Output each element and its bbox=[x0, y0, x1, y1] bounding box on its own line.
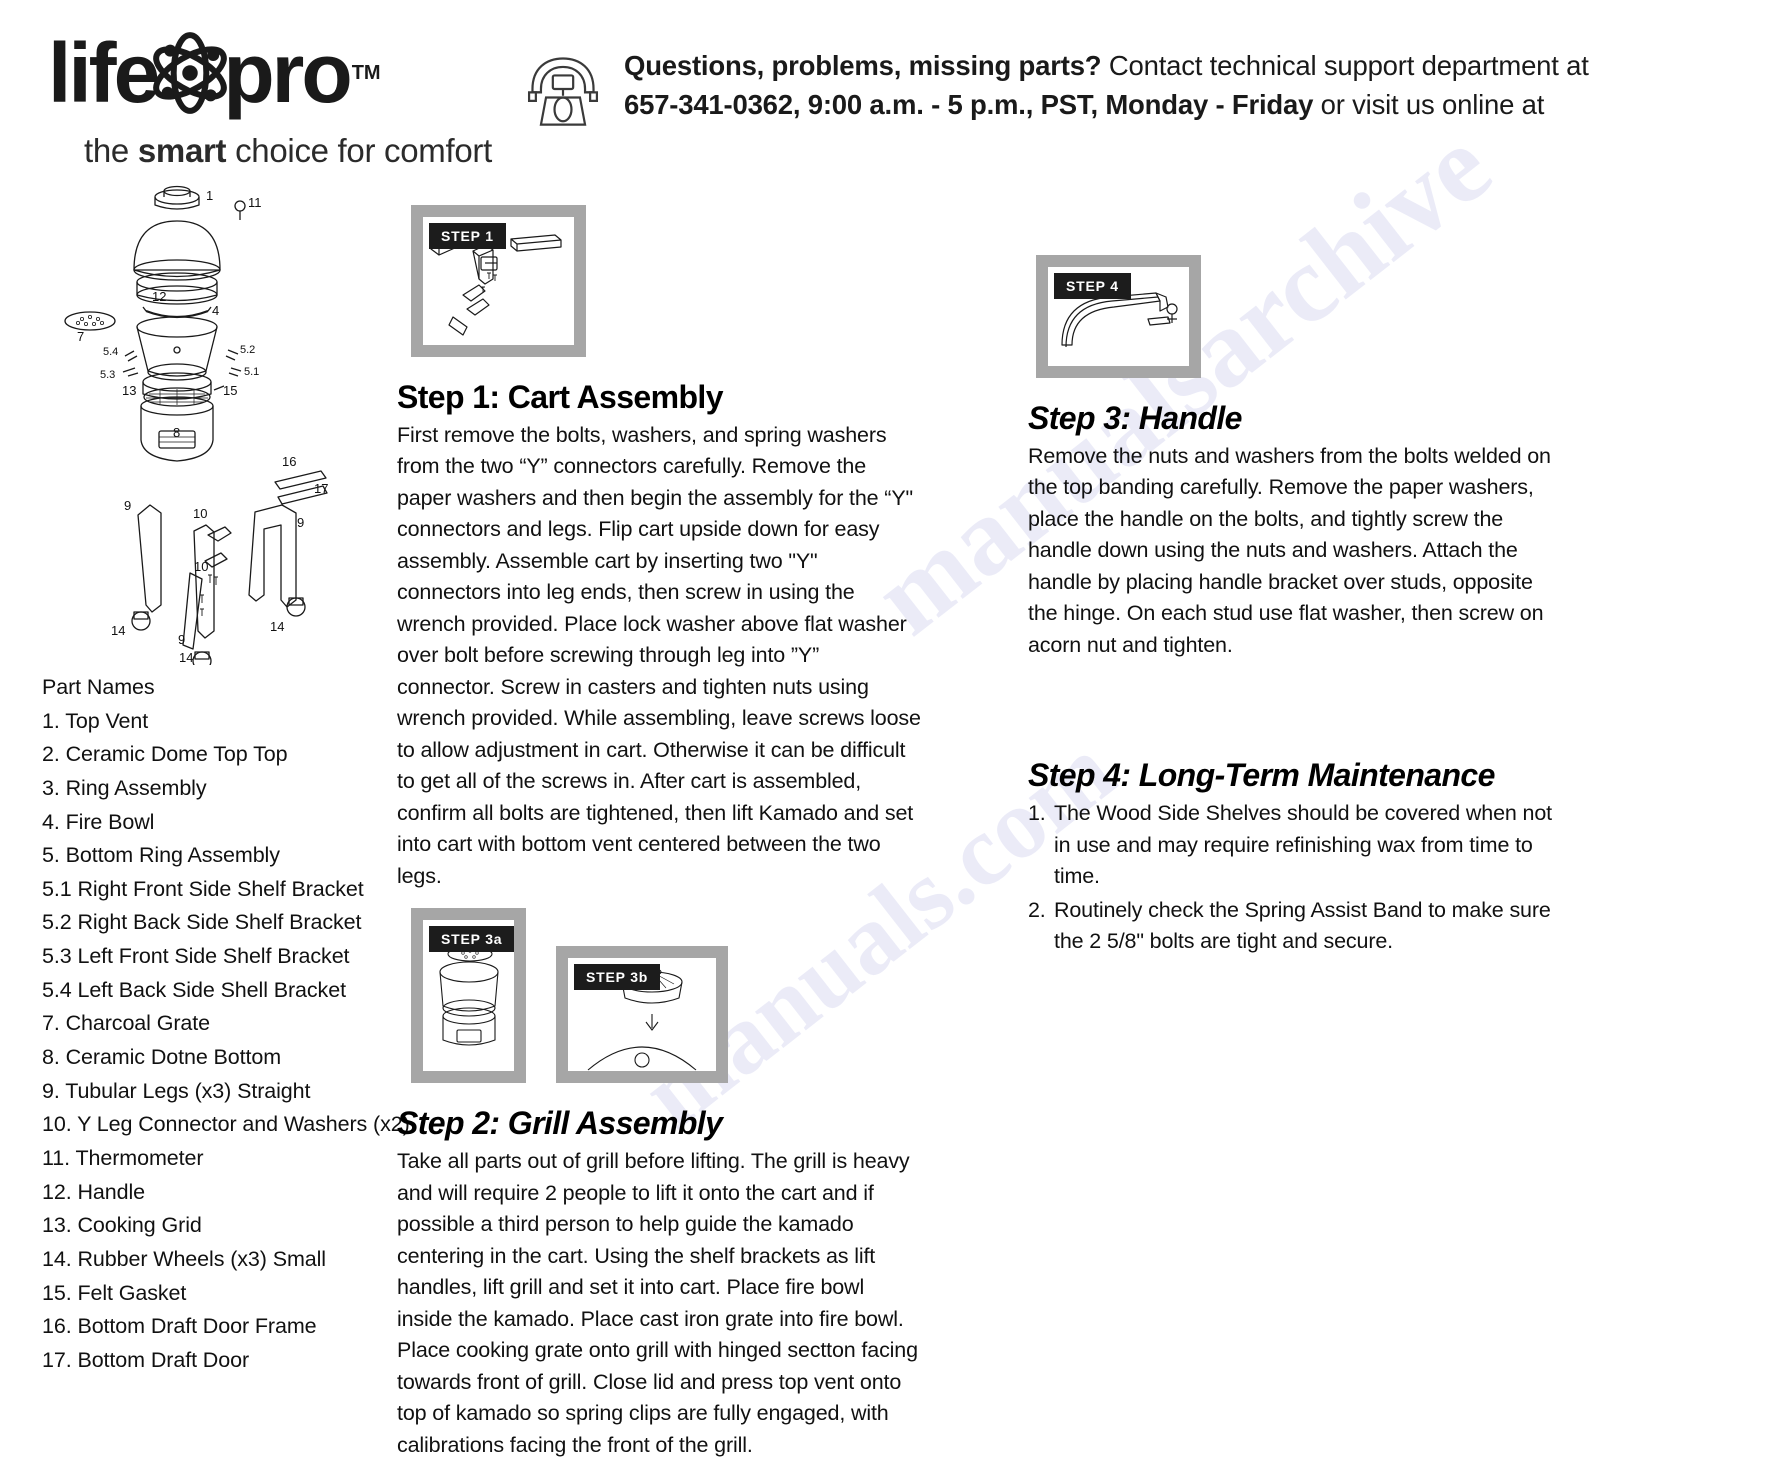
part-item: 1. Top Vent bbox=[42, 708, 149, 733]
left-column: 1 11 12 4 7 5.4 5.2 5.3 5.1 13 15 8 16 1… bbox=[42, 175, 410, 1377]
maintenance-list: 1. The Wood Side Shelves should be cover… bbox=[1028, 798, 1568, 957]
diagram-callout-14b: 14 bbox=[270, 619, 284, 634]
exploded-parts-diagram: 1 11 12 4 7 5.4 5.2 5.3 5.1 13 15 8 16 1… bbox=[42, 175, 382, 665]
diagram-callout-8: 8 bbox=[173, 425, 180, 440]
figure-step-1: STEP 1 bbox=[411, 205, 586, 357]
part-item: 16. Bottom Draft Door Frame bbox=[42, 1314, 317, 1339]
figure-row-step-3ab: STEP 3a STEP 3b bbox=[397, 908, 922, 1084]
figure-label-step-1: STEP 1 bbox=[429, 223, 506, 249]
tagline-post: choice for comfort bbox=[226, 132, 492, 169]
step-4-heading: Step 4: Long-Term Maintenance bbox=[1028, 757, 1495, 794]
right-column: STEP 4 Step 3: Handle Remove the nuts an… bbox=[1028, 255, 1568, 960]
part-item: 5.1 Right Front Side Shelf Bracket bbox=[42, 876, 364, 901]
diagram-callout-10a: 10 bbox=[193, 506, 207, 521]
part-item: 14. Rubber Wheels (x3) Small bbox=[42, 1246, 326, 1271]
brand-tagline: the smart choice for comfort bbox=[84, 132, 562, 170]
diagram-callout-9b: 9 bbox=[297, 515, 304, 530]
step-2-heading: Step 2: Grill Assembly bbox=[397, 1105, 723, 1142]
diagram-callout-15: 15 bbox=[223, 383, 237, 398]
diagram-callout-14a: 14 bbox=[111, 623, 125, 638]
diagram-callout-52: 5.2 bbox=[240, 344, 255, 356]
support-info: Questions, problems, missing parts? Cont… bbox=[520, 40, 1720, 128]
parts-list: Part Names 1. Top Vent 2. Ceramic Dome T… bbox=[42, 671, 410, 1377]
brand-word-life: life bbox=[48, 26, 160, 120]
step-2-body: Take all parts out of grill before lifti… bbox=[397, 1149, 918, 1457]
support-line2-rest: or visit us online at bbox=[1313, 89, 1545, 121]
diagram-callout-9c: 9 bbox=[178, 632, 185, 647]
middle-column: STEP 1 Step 1: Cart Assembly First remov… bbox=[397, 205, 922, 1461]
part-item: 5. Bottom Ring Assembly bbox=[42, 843, 280, 868]
parts-list-title: Part Names bbox=[42, 675, 155, 699]
part-item: 7. Charcoal Grate bbox=[42, 1011, 210, 1036]
diagram-callout-14c: 14 bbox=[179, 650, 193, 665]
support-text: Questions, problems, missing parts? Cont… bbox=[624, 40, 1589, 124]
page-header: life pro TM the smart choice for comfort… bbox=[0, 0, 1779, 190]
diagram-callout-17: 17 bbox=[314, 481, 328, 496]
figure-step-4: STEP 4 bbox=[1036, 255, 1201, 378]
figure-label-step-3a: STEP 3a bbox=[429, 926, 515, 953]
part-item: 4. Fire Bowl bbox=[42, 809, 155, 834]
atom-icon bbox=[147, 30, 233, 116]
maintenance-item-text: Routinely check the Spring Assist Band t… bbox=[1054, 897, 1551, 954]
part-item: 5.3 Left Front Side Shelf Bracket bbox=[42, 944, 350, 969]
maintenance-item: 2. Routinely check the Spring Assist Ban… bbox=[1028, 895, 1568, 958]
brand-word-pro: pro bbox=[223, 26, 352, 120]
tagline-bold: smart bbox=[137, 132, 227, 169]
diagram-callout-53: 5.3 bbox=[100, 369, 115, 381]
step-3-body: Remove the nuts and washers from the bol… bbox=[1028, 444, 1551, 657]
diagram-callout-4: 4 bbox=[212, 303, 219, 318]
step-3-heading: Step 3: Handle bbox=[1028, 400, 1242, 436]
trademark-symbol: TM bbox=[351, 62, 381, 84]
diagram-callout-16: 16 bbox=[282, 454, 296, 469]
figure-step-3b: STEP 3b bbox=[556, 946, 728, 1084]
part-item: 5.4 Left Back Side Shell Bracket bbox=[42, 977, 346, 1002]
part-item: 11. Thermometer bbox=[42, 1145, 204, 1170]
maintenance-item-text: The Wood Side Shelves should be covered … bbox=[1054, 801, 1552, 889]
support-line1-rest: Contact technical support department at bbox=[1101, 50, 1589, 81]
support-line2-bold: 657-341-0362, 9:00 a.m. - 5 p.m., PST, M… bbox=[624, 89, 1314, 121]
diagram-callout-7: 7 bbox=[77, 329, 84, 344]
diagram-callout-51: 5.1 bbox=[244, 366, 259, 378]
diagram-callout-13: 13 bbox=[122, 383, 136, 398]
part-item: 12. Handle bbox=[42, 1179, 145, 1204]
diagram-callout-1: 1 bbox=[206, 188, 213, 203]
part-item: 2. Ceramic Dome Top Top bbox=[42, 742, 288, 767]
part-item: 3. Ring Assembly bbox=[42, 775, 207, 800]
part-item: 8. Ceramic Dotne Bottom bbox=[42, 1045, 282, 1070]
brand-logo: life pro TM the smart choice for comfort bbox=[42, 30, 562, 170]
part-item: 17. Bottom Draft Door bbox=[42, 1347, 250, 1372]
telephone-icon bbox=[520, 50, 606, 128]
part-item: 13. Cooking Grid bbox=[42, 1213, 202, 1238]
figure-label-step-3b: STEP 3b bbox=[574, 964, 661, 991]
diagram-callout-9a: 9 bbox=[124, 498, 131, 513]
maintenance-item: 1. The Wood Side Shelves should be cover… bbox=[1028, 798, 1568, 892]
support-line-1: Questions, problems, missing parts? Cont… bbox=[624, 46, 1589, 85]
part-item: 9. Tubular Legs (x3) Straight bbox=[42, 1078, 311, 1103]
part-item: 15. Felt Gasket bbox=[42, 1280, 187, 1305]
step-1-heading: Step 1: Cart Assembly bbox=[397, 379, 723, 415]
maintenance-item-number: 1. bbox=[1028, 801, 1046, 826]
step-1-body: First remove the bolts, washers, and spr… bbox=[397, 423, 921, 888]
diagram-callout-10b: 10 bbox=[194, 559, 208, 574]
support-line-2: 657-341-0362, 9:00 a.m. - 5 p.m., PST, M… bbox=[624, 85, 1589, 124]
diagram-callout-12: 12 bbox=[152, 289, 166, 304]
figure-label-step-4: STEP 4 bbox=[1054, 273, 1131, 299]
part-item: 10. Y Leg Connector and Washers (x2) bbox=[42, 1112, 410, 1137]
part-item: 5.2 Right Back Side Shelf Bracket bbox=[42, 910, 362, 935]
support-line1-bold: Questions, problems, missing parts? bbox=[624, 50, 1102, 81]
figure-step-3a: STEP 3a bbox=[411, 908, 526, 1084]
diagram-callout-11: 11 bbox=[248, 195, 262, 210]
brand-wordmark: life pro TM bbox=[42, 30, 562, 116]
maintenance-item-number: 2. bbox=[1028, 897, 1046, 922]
diagram-callout-54: 5.4 bbox=[103, 346, 118, 358]
tagline-pre: the bbox=[84, 132, 138, 169]
